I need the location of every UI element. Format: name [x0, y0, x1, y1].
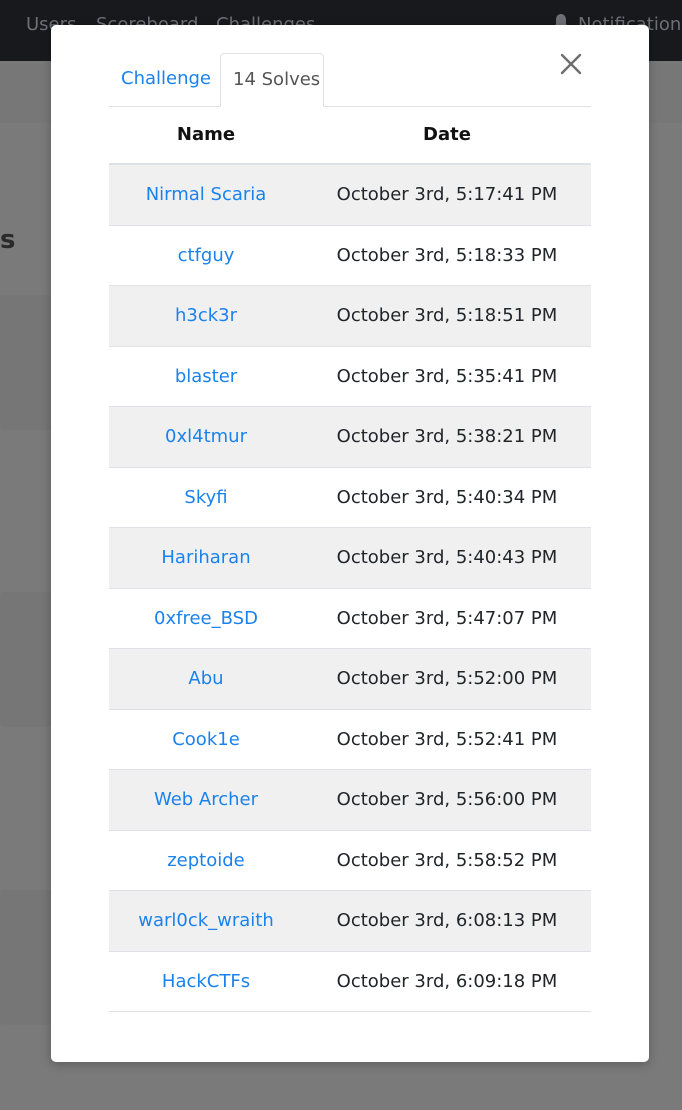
solve-date: October 3rd, 5:38:21 PM — [303, 406, 591, 468]
solves-modal: Challenge 14 Solves Name Date Nirmal Sca… — [51, 25, 649, 1062]
solver-name-cell: Web Archer — [109, 769, 303, 831]
solver-name-cell: Abu — [109, 648, 303, 710]
table-row: ctfguy October 3rd, 5:18:33 PM — [109, 225, 591, 286]
table-header-row: Name Date — [109, 105, 591, 165]
solve-date: October 3rd, 5:18:51 PM — [303, 285, 591, 347]
solver-name-cell: ctfguy — [109, 225, 303, 286]
solve-date: October 3rd, 5:56:00 PM — [303, 769, 591, 831]
solver-name-cell: 0xl4tmur — [109, 406, 303, 468]
table-row: HackCTFs October 3rd, 6:09:18 PM — [109, 951, 591, 1012]
solver-link[interactable]: Web Archer — [154, 789, 258, 810]
tab-solves[interactable]: 14 Solves — [220, 53, 324, 107]
solver-link[interactable]: Skyfi — [184, 487, 227, 508]
table-row: 0xfree_BSD October 3rd, 5:47:07 PM — [109, 588, 591, 649]
table-row: Web Archer October 3rd, 5:56:00 PM — [109, 769, 591, 831]
solve-date: October 3rd, 5:18:33 PM — [303, 225, 591, 286]
table-row: blaster October 3rd, 5:35:41 PM — [109, 346, 591, 407]
solver-name-cell: HackCTFs — [109, 951, 303, 1012]
solve-date: October 3rd, 5:35:41 PM — [303, 346, 591, 407]
solver-link[interactable]: Hariharan — [161, 547, 250, 568]
solve-date: October 3rd, 5:40:34 PM — [303, 467, 591, 528]
solver-link[interactable]: HackCTFs — [162, 971, 250, 992]
solves-table: Name Date Nirmal Scaria October 3rd, 5:1… — [109, 105, 591, 1012]
solver-name-cell: 0xfree_BSD — [109, 588, 303, 649]
solver-link[interactable]: Cook1e — [172, 729, 240, 750]
table-row: 0xl4tmur October 3rd, 5:38:21 PM — [109, 406, 591, 468]
table-row: Skyfi October 3rd, 5:40:34 PM — [109, 467, 591, 528]
solve-date: October 3rd, 5:40:43 PM — [303, 527, 591, 589]
solver-name-cell: Skyfi — [109, 467, 303, 528]
solve-date: October 3rd, 5:52:41 PM — [303, 709, 591, 770]
solver-link[interactable]: h3ck3r — [175, 305, 237, 326]
tab-challenge[interactable]: Challenge — [109, 53, 223, 105]
table-row: zeptoide October 3rd, 5:58:52 PM — [109, 830, 591, 891]
solver-name-cell: blaster — [109, 346, 303, 407]
solver-name-cell: h3ck3r — [109, 285, 303, 347]
modal-tabs: Challenge 14 Solves — [109, 53, 591, 107]
table-row: Abu October 3rd, 5:52:00 PM — [109, 648, 591, 710]
column-header-date[interactable]: Date — [303, 105, 591, 165]
solver-link[interactable]: Nirmal Scaria — [146, 184, 267, 205]
solver-link[interactable]: 0xfree_BSD — [154, 608, 258, 629]
solver-link[interactable]: warl0ck_wraith — [138, 910, 274, 931]
solver-name-cell: Nirmal Scaria — [109, 164, 303, 226]
table-row: Hariharan October 3rd, 5:40:43 PM — [109, 527, 591, 589]
solve-date: October 3rd, 5:58:52 PM — [303, 830, 591, 891]
solver-name-cell: Cook1e — [109, 709, 303, 770]
solve-date: October 3rd, 5:47:07 PM — [303, 588, 591, 649]
solve-date: October 3rd, 6:08:13 PM — [303, 890, 591, 952]
solve-date: October 3rd, 6:09:18 PM — [303, 951, 591, 1012]
solve-date: October 3rd, 5:17:41 PM — [303, 164, 591, 226]
column-header-name[interactable]: Name — [109, 105, 303, 165]
table-row: h3ck3r October 3rd, 5:18:51 PM — [109, 285, 591, 347]
solver-link[interactable]: 0xl4tmur — [165, 426, 247, 447]
solver-link[interactable]: ctfguy — [178, 245, 235, 266]
solver-name-cell: Hariharan — [109, 527, 303, 589]
table-row: Nirmal Scaria October 3rd, 5:17:41 PM — [109, 164, 591, 226]
table-row: Cook1e October 3rd, 5:52:41 PM — [109, 709, 591, 770]
solve-date: October 3rd, 5:52:00 PM — [303, 648, 591, 710]
solver-link[interactable]: blaster — [175, 366, 237, 387]
solver-name-cell: zeptoide — [109, 830, 303, 891]
solver-link[interactable]: Abu — [188, 668, 223, 689]
solver-name-cell: warl0ck_wraith — [109, 890, 303, 952]
solver-link[interactable]: zeptoide — [167, 850, 245, 871]
table-row: warl0ck_wraith October 3rd, 6:08:13 PM — [109, 890, 591, 952]
